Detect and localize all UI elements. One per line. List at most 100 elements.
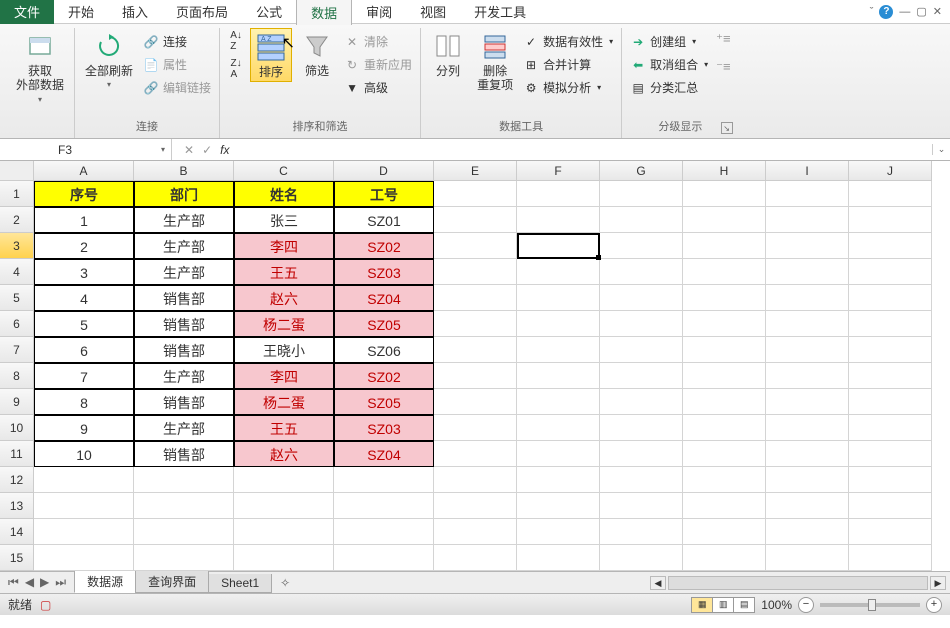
cell[interactable]: 生产部 (134, 233, 234, 259)
cell[interactable] (517, 337, 600, 363)
cell[interactable]: 8 (34, 389, 134, 415)
select-all-corner[interactable] (0, 161, 34, 181)
sheet-nav-next[interactable]: ▶ (38, 575, 51, 590)
cell[interactable] (34, 467, 134, 493)
restore-icon[interactable]: ▢ (916, 5, 926, 18)
cell[interactable] (600, 363, 683, 389)
row-header-6[interactable]: 6 (0, 311, 34, 337)
sheet-tab-2[interactable]: Sheet1 (208, 574, 272, 593)
column-header-A[interactable]: A (34, 161, 134, 181)
cell[interactable] (434, 363, 517, 389)
cell[interactable] (683, 415, 766, 441)
cell[interactable] (849, 467, 932, 493)
cell[interactable] (766, 363, 849, 389)
cell[interactable]: SZ02 (334, 363, 434, 389)
cell[interactable] (434, 545, 517, 571)
cell[interactable]: 生产部 (134, 363, 234, 389)
cell[interactable]: 生产部 (134, 259, 234, 285)
cell[interactable] (766, 441, 849, 467)
cell[interactable] (683, 493, 766, 519)
cell[interactable] (234, 545, 334, 571)
cell[interactable]: 序号 (34, 181, 134, 207)
cell[interactable]: 销售部 (134, 389, 234, 415)
cell[interactable] (849, 207, 932, 233)
cell[interactable] (134, 545, 234, 571)
subtotal-button[interactable]: ▤分类汇总 (628, 78, 710, 97)
help-icon[interactable]: ? (879, 5, 893, 19)
cell[interactable]: SZ02 (334, 233, 434, 259)
cell[interactable] (434, 389, 517, 415)
cell[interactable] (434, 311, 517, 337)
cell[interactable] (849, 493, 932, 519)
cell[interactable] (849, 415, 932, 441)
row-header-12[interactable]: 12 (0, 467, 34, 493)
cell[interactable]: 销售部 (134, 285, 234, 311)
cell[interactable] (600, 181, 683, 207)
cell[interactable] (683, 363, 766, 389)
cell[interactable] (234, 493, 334, 519)
minimize-icon[interactable]: — (899, 6, 910, 18)
cell[interactable] (849, 181, 932, 207)
cell[interactable]: 生产部 (134, 207, 234, 233)
cell[interactable] (434, 259, 517, 285)
cell[interactable] (849, 363, 932, 389)
cell[interactable] (434, 519, 517, 545)
cell[interactable]: SZ04 (334, 441, 434, 467)
row-header-8[interactable]: 8 (0, 363, 34, 389)
cell[interactable] (334, 493, 434, 519)
normal-view-button[interactable]: ▦ (691, 597, 713, 613)
tab-home[interactable]: 开始 (54, 0, 108, 24)
scroll-track[interactable] (668, 576, 928, 590)
cell[interactable]: 7 (34, 363, 134, 389)
cell[interactable]: 赵六 (234, 285, 334, 311)
cell[interactable] (517, 207, 600, 233)
name-box[interactable]: F3▾ (52, 139, 172, 160)
sheet-tab-1[interactable]: 查询界面 (135, 571, 209, 593)
cell[interactable] (849, 233, 932, 259)
row-header-4[interactable]: 4 (0, 259, 34, 285)
cell[interactable]: 销售部 (134, 311, 234, 337)
cell[interactable] (683, 337, 766, 363)
tab-dev[interactable]: 开发工具 (460, 0, 540, 24)
formula-expand-button[interactable]: ⌄ (932, 144, 950, 155)
row-header-15[interactable]: 15 (0, 545, 34, 571)
cell[interactable]: 6 (34, 337, 134, 363)
column-header-F[interactable]: F (517, 161, 600, 181)
cell[interactable] (234, 467, 334, 493)
scroll-left-button[interactable]: ◀ (650, 576, 666, 590)
page-break-view-button[interactable]: ▤ (733, 597, 755, 613)
row-header-1[interactable]: 1 (0, 181, 34, 207)
zoom-level[interactable]: 100% (761, 598, 792, 612)
cell[interactable]: 李四 (234, 233, 334, 259)
new-sheet-button[interactable]: ✧ (275, 576, 295, 590)
cell[interactable] (34, 545, 134, 571)
cell[interactable]: SZ05 (334, 389, 434, 415)
cell[interactable] (434, 207, 517, 233)
zoom-in-button[interactable]: + (926, 597, 942, 613)
cell[interactable] (517, 441, 600, 467)
cell[interactable]: 5 (34, 311, 134, 337)
cell[interactable] (766, 545, 849, 571)
cell[interactable] (766, 519, 849, 545)
cell[interactable]: 10 (34, 441, 134, 467)
cell[interactable] (517, 363, 600, 389)
connections-button[interactable]: 🔗连接 (141, 32, 213, 51)
ungroup-button[interactable]: ⬅取消组合▾ (628, 55, 710, 74)
cell[interactable] (849, 259, 932, 285)
tab-data[interactable]: 数据 (296, 0, 352, 25)
get-external-data-button[interactable]: 获取 外部数据 ▾ (12, 28, 68, 106)
cell[interactable] (766, 389, 849, 415)
cell[interactable] (600, 311, 683, 337)
cell[interactable] (683, 181, 766, 207)
cell[interactable] (766, 311, 849, 337)
cell[interactable] (517, 233, 600, 259)
cell[interactable] (766, 207, 849, 233)
spreadsheet-grid[interactable]: ABCDEFGHIJ 123456789101112131415 序号部门姓名工… (0, 161, 950, 571)
row-header-14[interactable]: 14 (0, 519, 34, 545)
column-header-I[interactable]: I (766, 161, 849, 181)
cell[interactable] (683, 389, 766, 415)
cell[interactable] (683, 259, 766, 285)
sheet-nav-last[interactable]: ⏭ (53, 575, 68, 590)
cell[interactable] (434, 337, 517, 363)
formula-input[interactable] (237, 143, 932, 157)
